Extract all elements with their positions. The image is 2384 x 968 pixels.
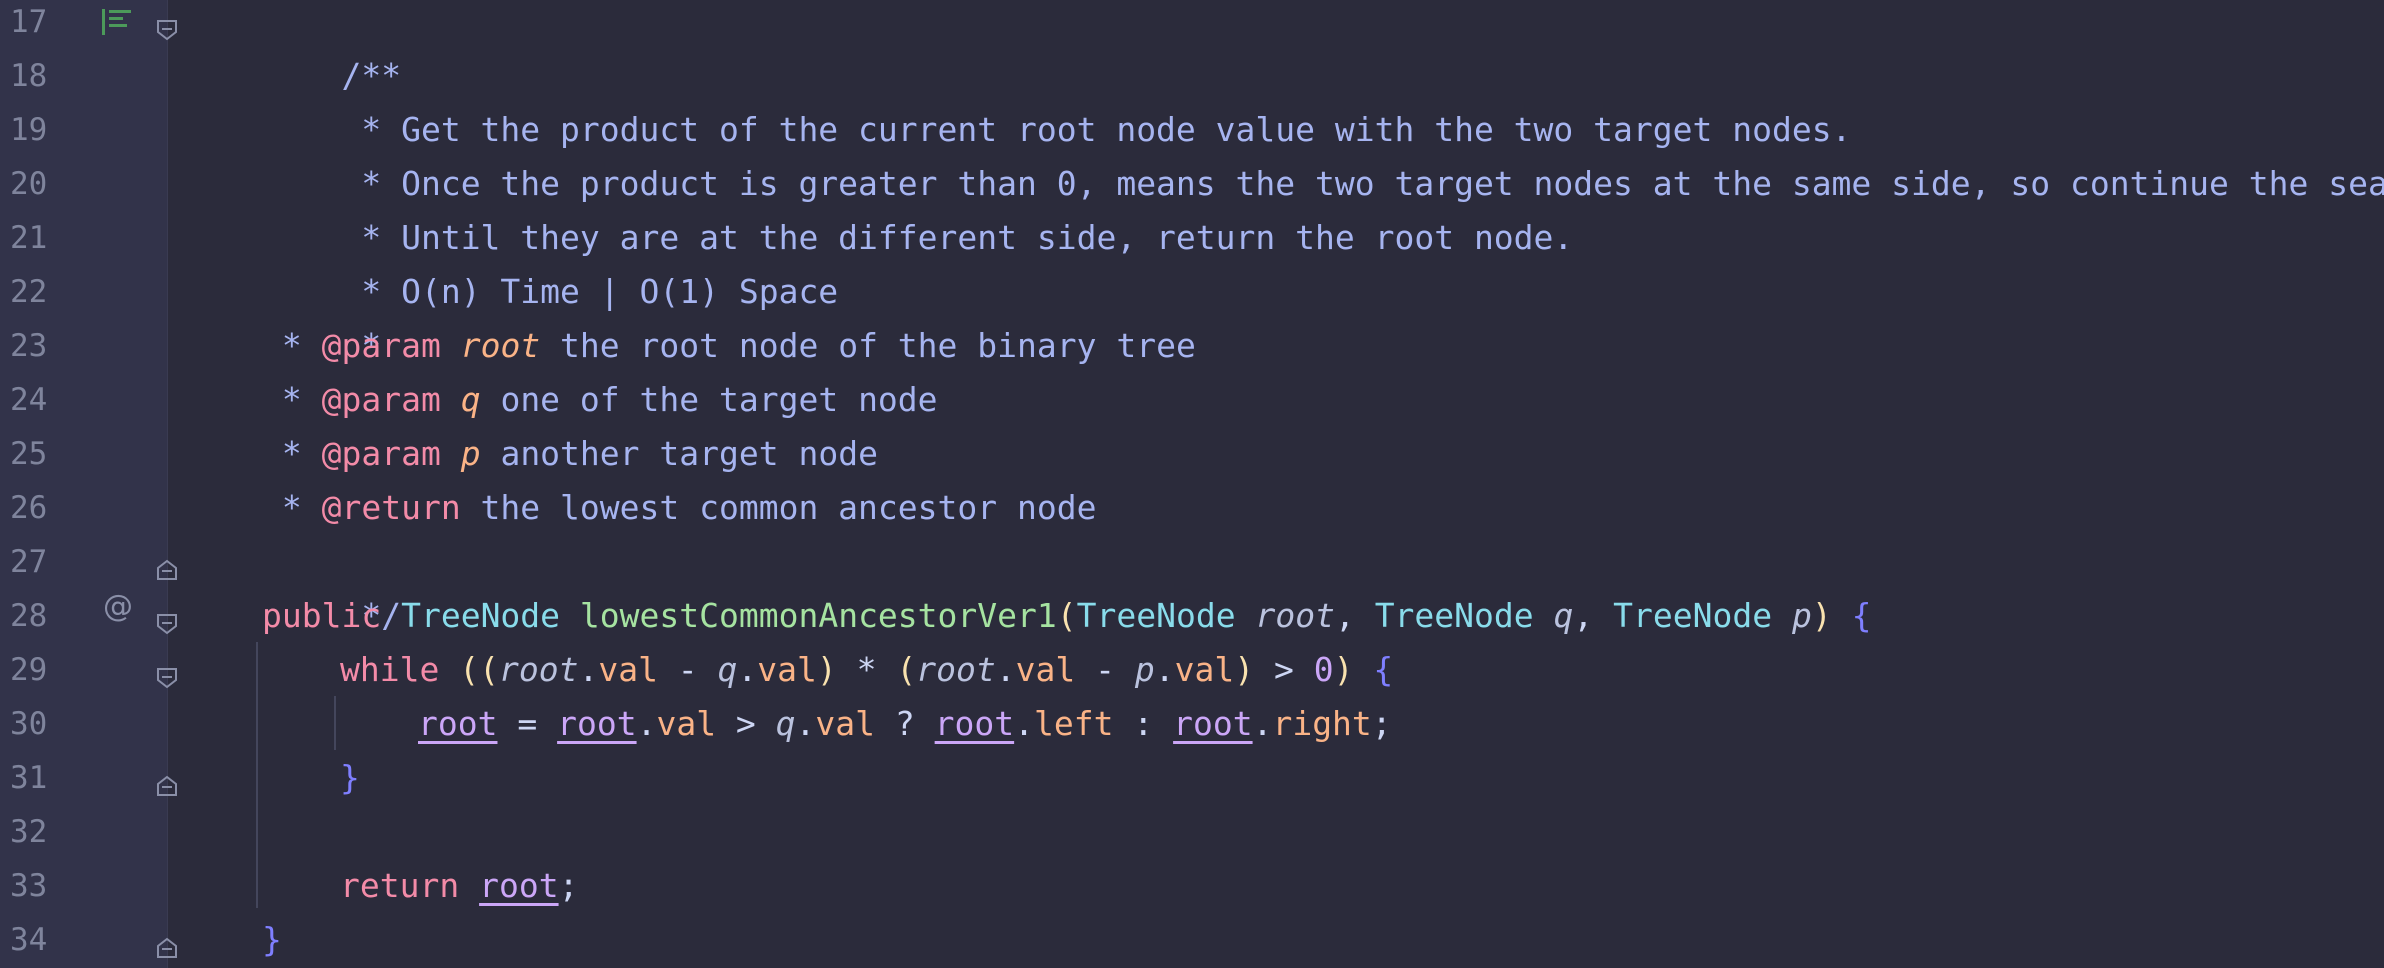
doc-comment-text: * O(n) Time | O(1) Space <box>341 272 839 311</box>
keyword-return: return <box>340 866 460 905</box>
code-line: public TreeNode lowestCommonAncestorVer1… <box>262 596 1872 635</box>
line-number: 26 <box>10 490 48 526</box>
field-val: val <box>598 650 658 689</box>
doc-param-name: p <box>460 434 481 473</box>
code-line: while ((root.val - q.val) * (root.val - … <box>340 650 1394 689</box>
doc-tag: @param <box>321 380 441 419</box>
doc-param-name: q <box>460 380 481 419</box>
fold-collapse-icon[interactable] <box>156 10 178 41</box>
number-literal: 0 <box>1313 650 1334 689</box>
field-val: val <box>1174 650 1235 689</box>
line-number: 32 <box>10 814 48 850</box>
doc-star: * <box>262 380 322 419</box>
doc-star: * <box>262 488 322 527</box>
doc-param-desc: another target node <box>480 434 878 473</box>
doc-tag: @return <box>321 488 461 527</box>
code-line: * @param root the root node of the binar… <box>262 319 1196 373</box>
code-line: * @return the lowest common ancestor nod… <box>262 481 1097 535</box>
field-right: right <box>1272 704 1372 743</box>
var-root: root <box>557 704 637 743</box>
implement-icon[interactable] <box>100 6 134 36</box>
code-line: * O(n) Time | O(1) Space <box>262 211 838 311</box>
fold-end-icon[interactable] <box>156 766 178 796</box>
code-line: */ <box>262 535 401 635</box>
closing-brace: } <box>262 920 282 959</box>
field-val: val <box>815 704 876 743</box>
field-val: val <box>1015 650 1076 689</box>
var-root: root <box>418 704 498 743</box>
field-val: val <box>656 704 717 743</box>
type-name: TreeNode <box>401 596 561 635</box>
code-line: /** <box>262 0 401 95</box>
var-q: q <box>775 704 796 743</box>
var-root: root <box>934 704 1015 743</box>
var-root: root <box>498 650 579 689</box>
line-number: 30 <box>10 706 48 742</box>
code-line: } <box>340 751 360 805</box>
doc-param-desc: the root node of the binary tree <box>540 326 1196 365</box>
code-line: * Once the product is greater than 0, me… <box>262 103 2384 203</box>
code-line: * Get the product of the current root no… <box>262 49 1851 149</box>
fold-end-icon[interactable] <box>156 550 178 580</box>
line-number: 24 <box>10 382 48 418</box>
keyword-while: while <box>340 650 440 689</box>
code-line: root = root.val > q.val ? root.left : ro… <box>418 704 1392 743</box>
line-number: 28 <box>10 598 48 634</box>
type-name: TreeNode <box>1374 596 1534 635</box>
doc-return-desc: the lowest common ancestor node <box>460 488 1097 527</box>
var-root: root <box>1173 704 1253 743</box>
method-name: lowestCommonAncestorVer1 <box>579 596 1057 635</box>
line-number: 25 <box>10 436 48 472</box>
doc-star: * <box>262 434 322 473</box>
code-line: * Until they are at the different side, … <box>262 157 1573 257</box>
doc-star: * <box>262 326 322 365</box>
code-line: * @param p another target node <box>262 427 878 481</box>
line-number: 20 <box>10 166 48 202</box>
var-root: root <box>916 650 996 689</box>
fold-collapse-icon[interactable] <box>156 658 178 689</box>
fold-end-icon[interactable] <box>156 928 178 958</box>
line-number: 18 <box>10 58 48 94</box>
code-line: * @param q one of the target node <box>262 373 938 427</box>
param-root: root <box>1255 596 1335 635</box>
line-number: 23 <box>10 328 48 364</box>
gutter-divider <box>167 0 168 968</box>
closing-brace: } <box>340 758 360 797</box>
code-line: } <box>262 913 282 967</box>
var-q: q <box>717 650 738 689</box>
var-root: root <box>479 866 559 905</box>
line-number: 22 <box>10 274 48 310</box>
fold-collapse-icon[interactable] <box>156 604 178 635</box>
field-val: val <box>757 650 817 689</box>
line-number: 29 <box>10 652 48 688</box>
line-number: 31 <box>10 760 48 796</box>
type-name: TreeNode <box>1076 596 1236 635</box>
line-number: 27 <box>10 544 48 580</box>
param-p: p <box>1791 596 1812 635</box>
code-line: * <box>262 265 381 365</box>
field-left: left <box>1034 704 1114 743</box>
line-number: 33 <box>10 868 48 904</box>
line-number: 19 <box>10 112 48 148</box>
line-number: 34 <box>10 922 48 958</box>
doc-tag: @param <box>321 326 441 365</box>
doc-param-desc: one of the target node <box>480 380 938 419</box>
var-p: p <box>1134 650 1155 689</box>
override-icon[interactable]: @ <box>98 587 138 627</box>
keyword-public: public <box>262 596 382 635</box>
type-name: TreeNode <box>1613 596 1773 635</box>
param-q: q <box>1553 596 1574 635</box>
code-line: return root; <box>340 866 579 905</box>
doc-param-name: root <box>460 326 541 365</box>
doc-tag: @param <box>321 434 441 473</box>
line-number: 17 <box>10 4 48 40</box>
code-editor[interactable]: 17 18 19 20 21 22 23 24 25 26 27 28 29 3… <box>0 0 2384 968</box>
indent-guide <box>334 696 336 750</box>
indent-guide <box>256 642 258 908</box>
line-number: 21 <box>10 220 48 256</box>
